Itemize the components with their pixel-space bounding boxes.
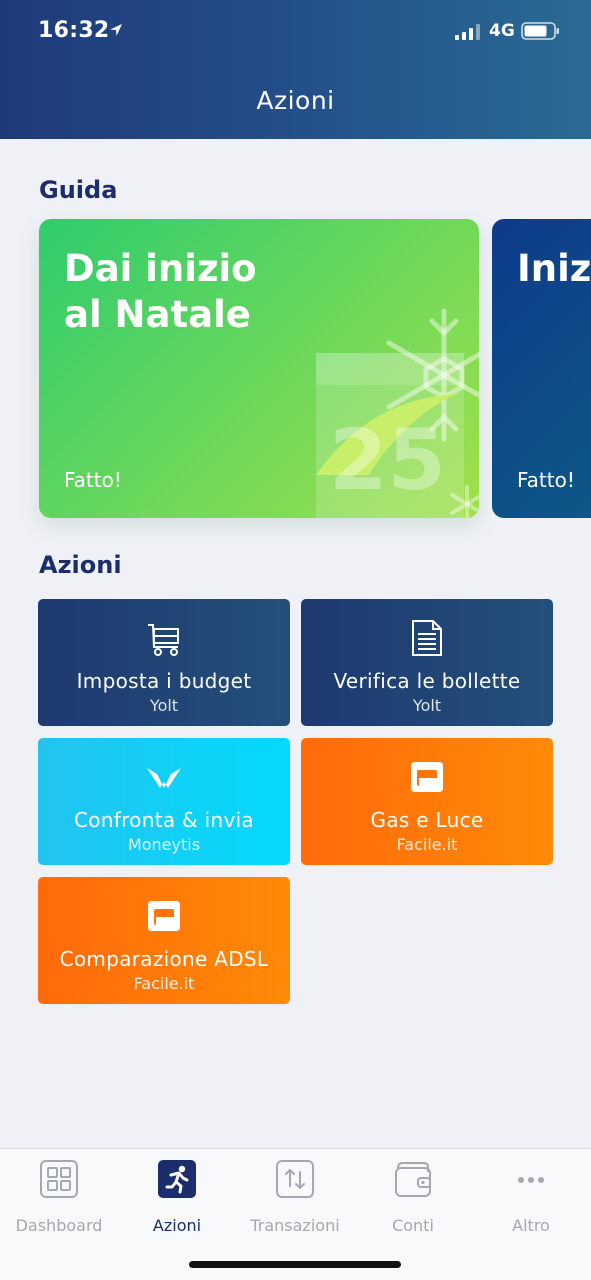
guide-card-headline: Iniz <box>517 247 591 290</box>
actions-section-title: Azioni <box>39 551 122 579</box>
action-tile-label: Comparazione ADSL <box>59 947 269 971</box>
tab-azioni[interactable]: Azioni <box>118 1159 236 1239</box>
signal-icon <box>455 24 480 40</box>
action-tile-label: Verifica le bollette <box>333 669 521 693</box>
wallet-icon <box>395 1162 431 1197</box>
guide-card-status: Fatto! <box>517 468 575 492</box>
calendar-snowflake-icon: 25 <box>316 308 479 518</box>
dashboard-icon <box>40 1160 78 1198</box>
tab-label: Transazioni <box>250 1216 340 1235</box>
action-tile-provider: Facile.it <box>133 974 195 993</box>
transactions-icon <box>276 1160 314 1198</box>
network-type: 4G <box>489 21 515 41</box>
action-tile-label: Confronta & invia <box>73 808 254 832</box>
tab-conti[interactable]: Conti <box>354 1159 472 1239</box>
running-person-icon <box>158 1160 196 1198</box>
action-tile-gas-electricity[interactable]: Gas e Luce Facile.it <box>301 738 553 865</box>
tab-label: Conti <box>392 1216 434 1235</box>
action-tile-provider: Yolt <box>412 696 442 715</box>
action-tile-adsl[interactable]: Comparazione ADSL Facile.it <box>38 877 290 1004</box>
page-title: Azioni <box>256 86 335 115</box>
guide-section-title: Guida <box>39 176 118 204</box>
status-bar: 16:32 4G <box>0 0 591 64</box>
document-icon <box>412 620 442 656</box>
tab-transazioni[interactable]: Transazioni <box>236 1159 354 1239</box>
moneytis-logo-icon <box>147 768 181 788</box>
tab-dashboard[interactable]: Dashboard <box>0 1159 118 1239</box>
header: 16:32 4G Azioni <box>0 0 591 139</box>
facile-logo-icon <box>148 901 180 931</box>
action-tile-provider: Yolt <box>149 696 179 715</box>
battery-icon <box>521 22 559 40</box>
action-tile-bills[interactable]: Verifica le bollette Yolt <box>301 599 553 726</box>
tab-label: Altro <box>512 1216 550 1235</box>
status-time: 16:32 <box>38 18 110 43</box>
cart-icon <box>148 624 179 656</box>
guide-card-status: Fatto! <box>64 468 122 492</box>
action-tile-label: Imposta i budget <box>76 669 252 693</box>
home-indicator[interactable] <box>189 1261 401 1268</box>
action-tile-budget[interactable]: Imposta i budget Yolt <box>38 599 290 726</box>
location-arrow-icon <box>110 24 122 36</box>
facile-logo-icon <box>411 762 443 792</box>
action-tile-transfer[interactable]: Confronta & invia Moneytis <box>38 738 290 865</box>
guide-card-headline: Dai inizio al Natale <box>64 247 257 336</box>
tab-label: Dashboard <box>15 1216 103 1235</box>
calendar-day-number: 25 <box>329 411 446 509</box>
action-tile-provider: Facile.it <box>396 835 458 854</box>
tab-altro[interactable]: Altro <box>472 1159 590 1239</box>
action-tile-provider: Moneytis <box>127 835 201 854</box>
tab-label: Azioni <box>152 1216 202 1235</box>
guide-card-next[interactable]: Iniz Fatto! <box>492 219 591 518</box>
guide-card-christmas[interactable]: Dai inizio al Natale Fatto! 25 <box>39 219 479 518</box>
more-icon <box>518 1177 544 1183</box>
action-tile-label: Gas e Luce <box>370 808 484 832</box>
